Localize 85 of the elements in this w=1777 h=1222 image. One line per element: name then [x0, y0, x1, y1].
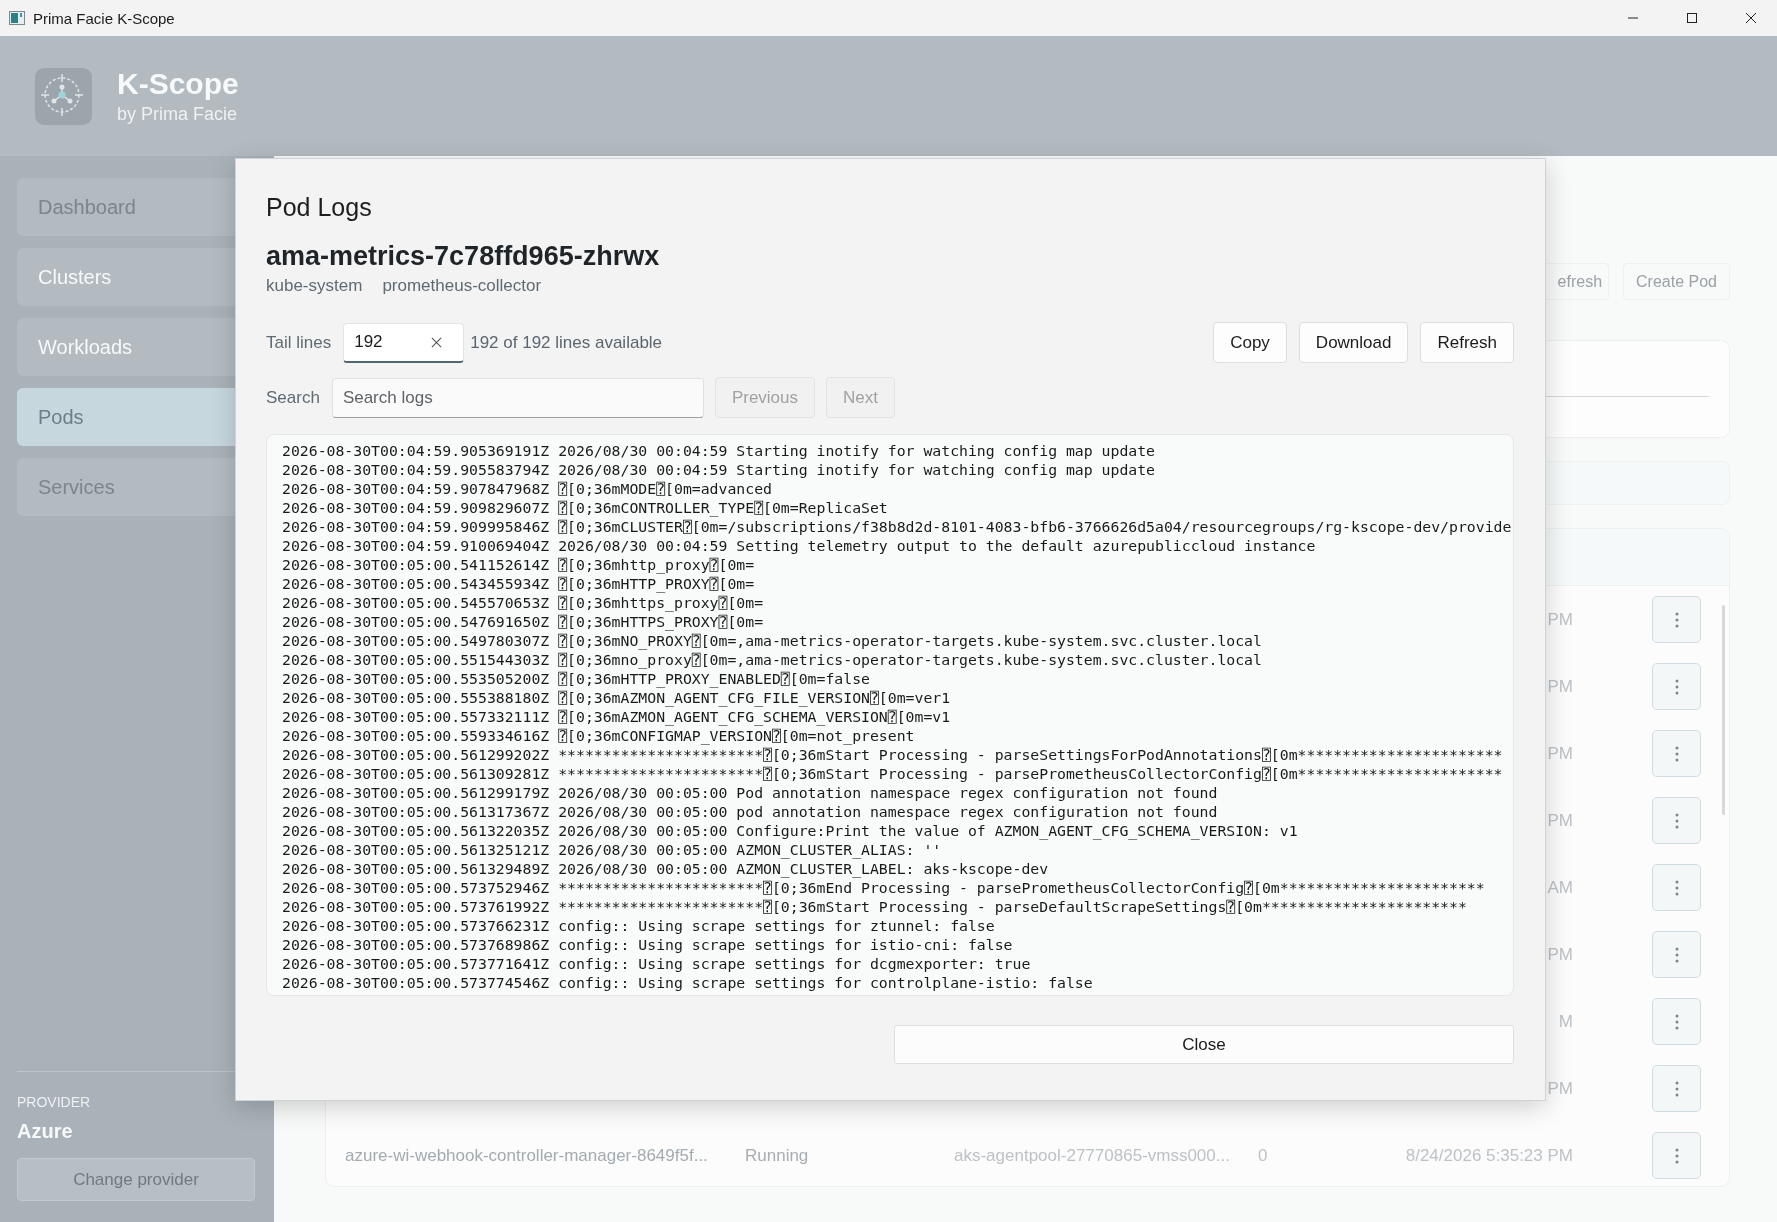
log-line: 2026-08-30T00:05:00.561317367Z 2026/08/30 00:05:00 pod annotation namespace regex configuration not found — [281, 802, 1219, 821]
log-line: 2026-08-30T00:05:00.561325121Z 2026/08/30 00:05:00 AZMON_CLUSTER_ALIAS: '' — [281, 840, 943, 859]
close-button[interactable]: Close — [894, 1025, 1514, 1064]
action-button[interactable]: Refresh — [1420, 322, 1514, 363]
created-cell: PM — [1547, 743, 1573, 763]
log-line: 2026-08-30T00:05:00.573771641Z config:: Using scrape settings for dcgmexporter: true — [281, 954, 1032, 973]
log-line: 2026-08-30T00:04:59.910069404Z 2026/08/30 00:04:59 Setting telemetry output to the default azurepubliccloud instance — [281, 536, 1317, 555]
log-line: 2026-08-30T00:04:59.907847968Z ⍰[0;36mMODE⍰[0m=advanced — [281, 479, 773, 498]
app-icon — [9, 11, 25, 25]
created-cell: PM — [1547, 676, 1573, 696]
action-button[interactable]: Copy — [1213, 322, 1287, 363]
action-button[interactable]: Download — [1298, 322, 1409, 363]
log-line: 2026-08-30T00:05:00.561299179Z 2026/08/30 00:05:00 Pod annotation namespace regex configuration not found — [281, 783, 1219, 802]
node-cell: aks-agentpool-27770865-vmss000... — [954, 1145, 1230, 1165]
row-menu-button[interactable] — [1652, 596, 1701, 643]
log-line: 2026-08-30T00:04:59.905369191Z 2026/08/30 00:04:59 Starting inotify for watching config map update — [281, 441, 1157, 460]
more-icon — [1674, 879, 1679, 896]
more-icon — [1674, 1013, 1679, 1030]
log-line: 2026-08-30T00:04:59.905583794Z 2026/08/30 00:04:59 Starting inotify for watching config map update — [281, 460, 1157, 479]
more-icon — [1674, 946, 1679, 963]
toolbar-button[interactable]: Create Pod — [1623, 263, 1730, 300]
log-line: 2026-08-30T00:05:00.573766231Z config:: Using scrape settings for ztunnel: false — [281, 916, 996, 935]
created-cell: M — [1558, 1011, 1573, 1031]
log-line: 2026-08-30T00:05:00.543455934Z ⍰[0;36mHTTP_PROXY⍰[0m= — [281, 574, 756, 593]
created-cell: PM — [1547, 810, 1573, 830]
logo-icon — [35, 67, 92, 125]
app-name: K-Scope — [117, 66, 239, 102]
provider-label: PROVIDER — [17, 1093, 92, 1112]
scrollbar[interactable] — [1722, 605, 1725, 815]
pod-name: ama-metrics-7c78ffd965-zhrwx — [266, 240, 661, 273]
more-icon — [1674, 1147, 1679, 1164]
restarts-cell: 0 — [1258, 1145, 1268, 1165]
maximize-icon[interactable] — [1686, 12, 1698, 24]
log-line: 2026-08-30T00:05:00.573752946Z ***********************⍰[0;36mEnd Processing - parsePrometheusCollectorConfig⍰[0m*********************** — [281, 878, 1486, 897]
log-line: 2026-08-30T00:05:00.545570653Z ⍰[0;36mhttps_proxy⍰[0m= — [281, 593, 765, 612]
log-line: 2026-08-30T00:05:00.561322035Z 2026/08/30 00:05:00 Configure:Print the value of AZMON_AGENT_CFG_SCHEMA_VERSION: v1 — [281, 821, 1299, 840]
log-line: 2026-08-30T00:05:00.555388180Z ⍰[0;36mAZMON_AGENT_CFG_FILE_VERSION⍰[0m=ver1 — [281, 688, 952, 707]
row-menu-button[interactable] — [1652, 797, 1701, 844]
row-menu-button[interactable] — [1652, 998, 1701, 1045]
log-line: 2026-08-30T00:04:59.909829607Z ⍰[0;36mCONTROLLER_TYPE⍰[0m=ReplicaSet — [281, 498, 889, 517]
created-cell: PM — [1547, 944, 1573, 964]
search-field[interactable]: Search logs — [331, 377, 704, 418]
more-icon — [1674, 1080, 1679, 1097]
close-icon[interactable] — [1745, 12, 1757, 24]
log-line: 2026-08-30T00:05:00.559334616Z ⍰[0;36mCONFIGMAP_VERSION⍰[0m=not_present — [281, 726, 916, 745]
row-menu-button[interactable] — [1652, 931, 1701, 978]
log-line: 2026-08-30T00:05:00.547691650Z ⍰[0;36mHTTPS_PROXY⍰[0m= — [281, 612, 765, 631]
tail-lines-label: Tail lines — [266, 332, 332, 353]
search-label: Search — [266, 387, 320, 408]
row-menu-button[interactable] — [1652, 1132, 1701, 1179]
row-menu-button[interactable] — [1652, 663, 1701, 710]
tail-lines-field[interactable]: 192 — [343, 322, 465, 363]
pod-name-cell: azure-wi-webhook-controller-manager-8649f5f... — [345, 1145, 708, 1165]
created-cell: 8/24/2026 5:35:23 PM — [1405, 1145, 1573, 1165]
window-title: Prima Facie K-Scope — [33, 9, 175, 27]
created-cell: AM — [1547, 877, 1573, 897]
dialog-title: Pod Logs — [266, 192, 373, 223]
created-cell: PM — [1547, 1078, 1573, 1098]
log-line: 2026-08-30T00:05:00.573768986Z config:: Using scrape settings for istio-cni: false — [281, 935, 1014, 954]
tag-label: prometheus-collector — [382, 275, 542, 297]
log-line: 2026-08-30T00:05:00.549780307Z ⍰[0;36mNO_PROXY⍰[0m=,ama-metrics-operator-targets.kube-system.svc.cluster.local — [281, 631, 1263, 650]
log-line: 2026-08-30T00:05:00.553505200Z ⍰[0;36mHTTP_PROXY_ENABLED⍰[0m=false — [281, 669, 871, 688]
provider-name: Azure — [17, 1119, 74, 1144]
log-line: 2026-08-30T00:05:00.551544303Z ⍰[0;36mno_proxy⍰[0m=,ama-metrics-operator-targets.kube-system.svc.cluster.local — [281, 650, 1263, 669]
log-line: 2026-08-30T00:05:00.557332111Z ⍰[0;36mAZMON_AGENT_CFG_SCHEMA_VERSION⍰[0m=v1 — [281, 707, 952, 726]
created-cell: PM — [1547, 609, 1573, 629]
log-line: 2026-08-30T00:05:00.573761992Z ***********************⍰[0;36mStart Processing - parseDefaultScrapeSettings⍰[0m*********************** — [281, 897, 1468, 916]
row-menu-button[interactable] — [1652, 864, 1701, 911]
more-icon — [1674, 745, 1679, 762]
more-icon — [1674, 812, 1679, 829]
log-line: 2026-08-30T00:04:59.909995846Z ⍰[0;36mCLUSTER⍰[0m=/subscriptions/f38b8d2d-8101-4083-bfb6-3766626d5a04/resourcegroups/rg-kscope-dev/provide — [281, 517, 1513, 536]
log-line: 2026-08-30T00:05:00.561329489Z 2026/08/30 00:05:00 AZMON_CLUSTER_LABEL: aks-kscope-dev — [281, 859, 1050, 878]
tag-label: kube-system — [266, 275, 363, 297]
log-line: 2026-08-30T00:05:00.573774546Z config:: Using scrape settings for controlplane-istio: false — [281, 973, 1094, 992]
more-icon — [1674, 611, 1679, 628]
row-menu-button[interactable] — [1652, 1065, 1701, 1112]
status-cell: Running — [745, 1145, 809, 1165]
lines-available: 192 of 192 lines available — [470, 332, 663, 353]
log-line: 2026-08-30T00:05:00.561309281Z ***********************⍰[0;36mStart Processing - parsePrometheusCollectorConfig⍰[0m*********************** — [281, 764, 1504, 783]
row-menu-button[interactable] — [1652, 730, 1701, 777]
log-line: 2026-08-30T00:05:00.561299202Z ***********************⍰[0;36mStart Processing - parseSettingsForPodAnnotations⍰[0m*********************** — [281, 745, 1504, 764]
app-subtitle: by Prima Facie — [117, 103, 239, 126]
more-icon — [1674, 678, 1679, 695]
log-line: 2026-08-30T00:05:00.541152614Z ⍰[0;36mhttp_proxy⍰[0m= — [281, 555, 756, 574]
change-provider-button[interactable]: Change provider — [17, 1158, 255, 1201]
